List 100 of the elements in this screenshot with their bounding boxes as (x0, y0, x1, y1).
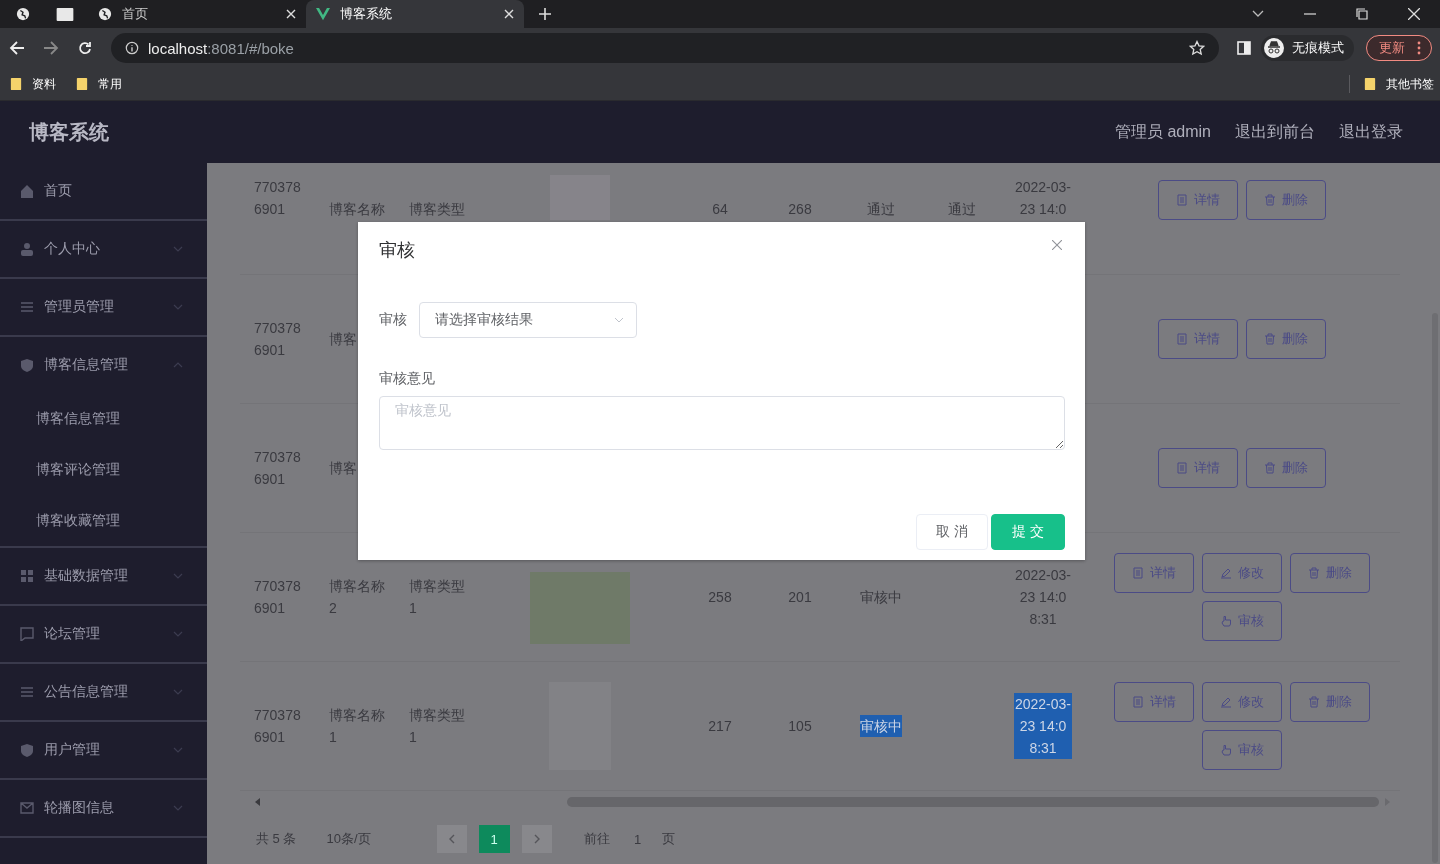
globe-icon (98, 7, 112, 21)
table-cell-text: 2022-03-23 14:08:31 (1014, 566, 1072, 629)
table-cell-text: 2022-03-23 14:0 (1014, 178, 1072, 219)
bookmark-folder[interactable]: 其他书签 (1364, 75, 1434, 93)
folder-icon (76, 78, 88, 90)
person-icon (20, 242, 34, 256)
bookmark-folder[interactable]: 资料 (10, 75, 56, 93)
document-icon (1176, 333, 1188, 345)
review-comment-field[interactable]: 审核意见 (379, 396, 1065, 450)
header-link[interactable]: 退出登录 (1339, 121, 1403, 143)
document-icon (1176, 194, 1188, 206)
tab-title: 博客系统 (340, 5, 393, 23)
trash-icon (1308, 696, 1320, 708)
field-label: 审核 (379, 311, 407, 329)
sidebar-item[interactable]: 论坛管理 (0, 606, 207, 662)
table-cell-text: 105 (788, 717, 812, 736)
trash-icon (1264, 194, 1276, 206)
sidebar-item[interactable]: 用户管理 (0, 722, 207, 778)
table-cell-text: 博客类型1 (409, 577, 466, 618)
message-icon (20, 627, 34, 641)
sidebar-item[interactable]: 管理员管理 (0, 279, 207, 335)
table-cell-text: 268 (788, 200, 812, 219)
incognito-badge[interactable]: 无痕模式 (1261, 35, 1354, 61)
sidebar-item[interactable]: 博客信息管理 (0, 337, 207, 393)
table-cell-text: 博客 (329, 330, 358, 349)
table-cell-text: 博客名称 (329, 200, 386, 219)
header-link[interactable]: 管理员 admin (1114, 121, 1211, 143)
shield-icon (20, 358, 34, 372)
kebab-icon (1417, 41, 1421, 55)
grid-icon (20, 569, 34, 583)
scroll-left-icon[interactable] (255, 798, 260, 806)
table-cell-text: 258 (708, 588, 732, 607)
list-icon (20, 300, 34, 314)
sidebar-item[interactable]: 首页 (0, 163, 207, 219)
table-cell: 2022-03-23 14:08:31 (1014, 693, 1072, 759)
chevron-icon (173, 689, 183, 695)
sidebar-subitem[interactable]: 博客收藏管理 (0, 495, 207, 546)
total-count: 共 5 条 (256, 830, 297, 848)
chevron-icon (173, 573, 183, 579)
sidebar-item[interactable]: 轮播图信息 (0, 780, 207, 836)
table-cell-text: 通过 (867, 200, 895, 219)
chevron-left-icon (448, 834, 455, 844)
table-cell-text: 7703786901 (254, 178, 302, 219)
update-button[interactable]: 更新 (1366, 35, 1432, 61)
page-suffix: 页 (661, 830, 675, 848)
table-cell-text: 7703786901 (254, 577, 302, 618)
horizontal-scrollbar[interactable] (255, 797, 1390, 807)
folder-icon (10, 78, 22, 90)
list-icon (20, 685, 34, 699)
trash-icon (1264, 333, 1276, 345)
plus-icon[interactable] (538, 7, 552, 21)
page-number[interactable]: 1 (478, 825, 510, 853)
table-cell-text: 博客名称2 (329, 577, 386, 618)
forward-arrow-icon[interactable] (43, 40, 59, 56)
goto-label: 前往 (583, 830, 610, 848)
review-result-select[interactable]: 请选择审核结果 (419, 302, 637, 338)
back-arrow-icon[interactable] (9, 40, 25, 56)
header-link[interactable]: 退出到前台 (1235, 121, 1315, 143)
url-text: localhost:8081/#/boke (148, 39, 294, 57)
window-icon[interactable] (56, 7, 74, 21)
trash-icon (1264, 462, 1276, 474)
info-icon (125, 41, 139, 55)
chevron-right-icon (533, 834, 540, 844)
trash-icon (1308, 567, 1320, 579)
table-cell-text: 7703786901 (254, 319, 302, 360)
document-icon (1132, 567, 1144, 579)
table-cell-text: 7703786901 (254, 448, 302, 489)
shield-icon (20, 743, 34, 757)
bookmark-folder[interactable]: 常用 (76, 75, 122, 93)
incognito-icon (1264, 38, 1284, 58)
sidebar-item[interactable]: 公告信息管理 (0, 664, 207, 720)
chevron-icon (173, 631, 183, 637)
table-cell: 审核中 (860, 715, 902, 737)
address-bar[interactable]: localhost:8081/#/boke (111, 33, 1219, 63)
restore-icon[interactable] (1356, 8, 1368, 20)
v-logo-icon (316, 7, 330, 21)
globe-icon[interactable] (16, 7, 30, 21)
star-icon[interactable] (1189, 40, 1205, 56)
sidebar-subitem[interactable]: 博客评论管理 (0, 444, 207, 495)
sidebar-item[interactable]: 个人中心 (0, 221, 207, 277)
reload-icon[interactable] (77, 40, 93, 56)
table-cell-text: 审核中 (860, 588, 902, 607)
table-cell-text: 201 (788, 588, 812, 607)
browser-tab[interactable]: 博客系统 (306, 0, 524, 28)
envelope-icon (20, 801, 34, 815)
browser-tab[interactable]: 首页 (88, 0, 306, 28)
cancel-button[interactable]: 取 消 (916, 514, 988, 550)
table-cell-text: 博客名称1 (329, 706, 386, 747)
table-cell-text: 7703786901 (254, 706, 302, 747)
dialog-title: 审核 (379, 239, 415, 262)
table-cell-text: 博客类型1 (409, 706, 466, 747)
field-label: 审核意见 (379, 369, 436, 388)
sidebar-item[interactable]: 基础数据管理 (0, 548, 207, 604)
document-icon (1132, 696, 1144, 708)
sidebar-subitem[interactable]: 博客信息管理 (0, 393, 207, 444)
table-cell-text: 217 (708, 717, 732, 736)
table-cell-text: 博客类型 (409, 200, 466, 219)
table-cell-text: 通过 (948, 200, 976, 219)
side-panel-icon[interactable] (1237, 41, 1251, 55)
chevron-icon (173, 362, 183, 368)
